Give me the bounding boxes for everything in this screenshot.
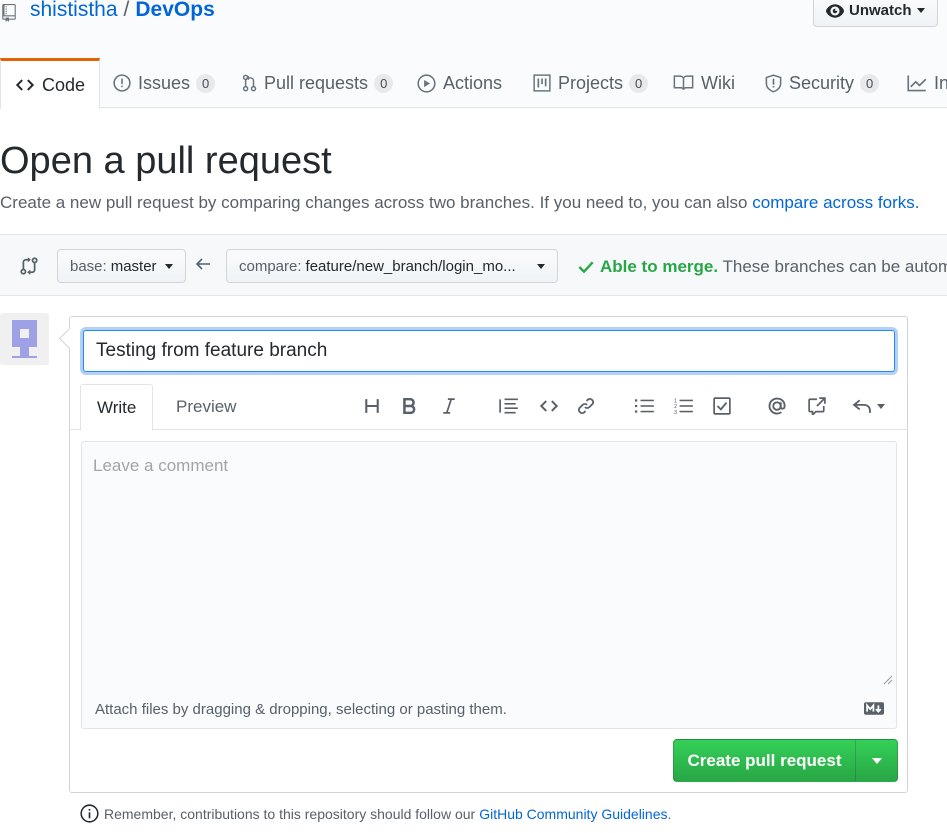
tab-counter: 0 — [196, 73, 216, 93]
repo-nav-tabs: Code Issues 0 Pull requests 0 Actions Pr… — [0, 58, 947, 109]
compare-across-forks-link[interactable]: compare across forks. — [752, 193, 919, 212]
create-pull-request-label[interactable]: Create pull request — [674, 740, 856, 781]
guidelines-period: . — [667, 805, 672, 822]
bold-icon[interactable] — [396, 393, 422, 419]
avatar — [0, 313, 49, 365]
base-branch-select[interactable]: base: master — [57, 249, 186, 283]
compare-branch-select[interactable]: compare: feature/new_branch/login_mo... — [226, 249, 558, 283]
tab-label: Wiki — [701, 72, 735, 93]
merge-detail-text: These branches can be autom — [722, 257, 947, 276]
numbered-list-icon[interactable]: 123 — [671, 393, 697, 419]
subtitle-text: Create a new pull request by comparing c… — [0, 193, 748, 212]
guidelines-text: Remember, contributions to this reposito… — [104, 805, 476, 822]
reply-icon[interactable] — [848, 393, 888, 419]
caret-down-icon — [916, 8, 925, 13]
quote-icon[interactable] — [496, 393, 522, 419]
base-branch-value: master — [110, 257, 157, 275]
cross-reference-icon[interactable] — [804, 393, 830, 419]
repo-title: shististha / DevOps — [30, 0, 215, 22]
pull-request-form: Write Preview 123 Attach files by draggi… — [69, 316, 908, 793]
compare-branch-label: compare: — [239, 257, 302, 275]
tab-label: Projects — [558, 72, 624, 93]
link-icon[interactable] — [573, 393, 599, 419]
repo-owner-link[interactable]: shististha — [30, 0, 118, 21]
arrow-left-icon — [195, 258, 210, 270]
eye-icon — [826, 3, 844, 18]
italic-icon[interactable] — [436, 393, 462, 419]
caret-down-icon — [876, 403, 885, 409]
contribution-guidelines-note: Remember, contributions to this reposito… — [80, 804, 671, 823]
tab-preview[interactable]: Preview — [160, 384, 252, 430]
bulleted-list-icon[interactable] — [632, 393, 658, 419]
attach-files-hint[interactable]: Attach files by dragging & dropping, sel… — [81, 689, 897, 729]
tab-label: Actions — [443, 72, 503, 93]
book-icon — [673, 75, 694, 90]
create-pull-request-button[interactable]: Create pull request — [673, 739, 898, 782]
tab-wiki[interactable]: Wiki — [673, 58, 735, 108]
tab-issues[interactable]: Issues 0 — [113, 58, 216, 108]
git-compare-icon — [20, 257, 38, 275]
code-icon — [15, 79, 35, 91]
task-list-icon[interactable] — [709, 393, 735, 419]
repo-icon — [2, 4, 16, 22]
tab-pull-requests[interactable]: Pull requests 0 — [241, 58, 394, 108]
mention-icon[interactable] — [764, 393, 790, 419]
repo-name-link[interactable]: DevOps — [135, 0, 214, 21]
page-subtitle: Create a new pull request by comparing c… — [0, 193, 919, 213]
repo-header: shististha / DevOps Unwatch — [0, 0, 947, 58]
comment-textarea[interactable] — [81, 441, 897, 690]
unwatch-button[interactable]: Unwatch — [813, 0, 938, 27]
check-icon — [578, 261, 594, 274]
caret-down-icon — [164, 263, 173, 269]
merge-status: Able to merge. These branches can be aut… — [578, 257, 947, 277]
tab-security[interactable]: Security 0 — [765, 58, 880, 108]
tab-write[interactable]: Write — [80, 384, 154, 431]
tab-label: In — [934, 72, 947, 93]
tab-counter: 0 — [860, 73, 880, 93]
base-branch-label: base: — [70, 257, 107, 275]
tab-label: Issues — [138, 72, 191, 93]
svg-text:3: 3 — [674, 410, 677, 414]
tab-counter: 0 — [629, 73, 649, 93]
tab-counter: 0 — [374, 73, 394, 93]
branch-range-editor: base: master compare: feature/new_branch… — [0, 234, 947, 296]
merge-ok-text: Able to merge. — [600, 257, 719, 276]
attach-files-text: Attach files by dragging & dropping, sel… — [95, 701, 507, 718]
tab-insights[interactable]: In — [907, 58, 947, 108]
code-icon[interactable] — [536, 393, 562, 419]
create-options-caret[interactable] — [856, 757, 897, 764]
tab-actions[interactable]: Actions — [417, 58, 502, 108]
tab-label: Security — [789, 72, 855, 93]
shield-icon — [765, 73, 782, 93]
tab-projects[interactable]: Projects 0 — [533, 58, 649, 108]
community-guidelines-link[interactable]: GitHub Community Guidelines — [479, 806, 667, 822]
info-icon — [80, 804, 99, 823]
issue-icon — [113, 74, 131, 92]
tab-code[interactable]: Code — [0, 58, 101, 109]
resize-handle-icon[interactable] — [883, 675, 893, 685]
heading-icon[interactable] — [359, 393, 385, 419]
repo-separator: / — [123, 0, 130, 21]
caret-down-icon — [871, 757, 882, 764]
caret-down-icon — [537, 263, 545, 269]
markdown-icon[interactable] — [864, 702, 884, 715]
tab-label: Code — [42, 74, 86, 95]
pr-title-input[interactable] — [83, 330, 895, 372]
unwatch-label: Unwatch — [849, 2, 912, 19]
play-icon — [417, 73, 436, 93]
page-title: Open a pull request — [0, 140, 332, 182]
compare-branch-value: feature/new_branch/login_mo... — [305, 257, 516, 275]
project-icon — [533, 74, 551, 92]
tab-label: Pull requests — [264, 72, 369, 93]
graph-icon — [907, 75, 927, 92]
pull-request-icon — [242, 74, 257, 92]
